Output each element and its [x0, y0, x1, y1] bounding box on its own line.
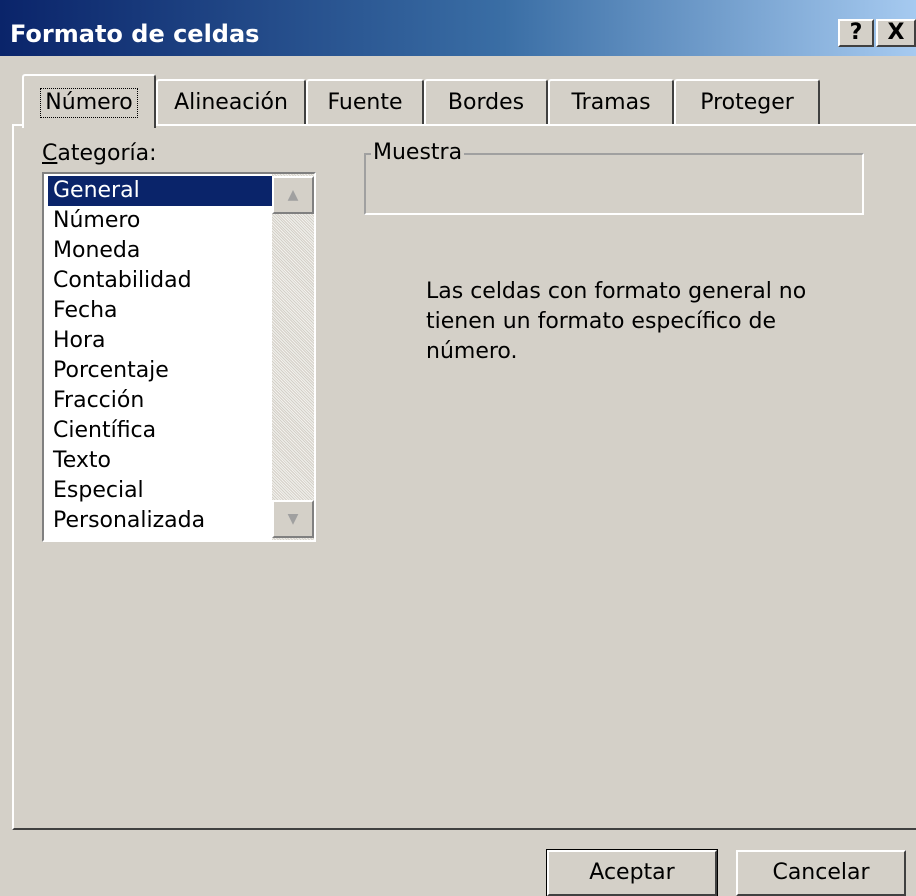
- sample-legend: Muestra: [371, 140, 465, 166]
- title-bar: Formato de celdas ? X: [0, 0, 916, 56]
- close-button[interactable]: X: [876, 19, 916, 47]
- tab-fuente[interactable]: Fuente: [306, 79, 424, 126]
- tab-alineacion[interactable]: Alineación: [156, 79, 306, 126]
- tab-bordes[interactable]: Bordes: [424, 79, 548, 126]
- tab-proteger[interactable]: Proteger: [674, 79, 820, 126]
- list-item-texto[interactable]: Texto: [48, 446, 274, 476]
- window-title: Formato de celdas: [10, 20, 260, 48]
- scrollbar[interactable]: ▲ ▼: [272, 174, 314, 540]
- tab-numero[interactable]: Número: [22, 74, 156, 128]
- format-description: Las celdas con formato general no tienen…: [426, 279, 807, 364]
- categoria-accesskey: C: [42, 141, 58, 166]
- cancel-button[interactable]: Cancelar: [736, 850, 906, 896]
- list-item-porcentaje[interactable]: Porcentaje: [48, 356, 274, 386]
- list-item-fraccion[interactable]: Fracción: [48, 386, 274, 416]
- help-button[interactable]: ?: [838, 19, 874, 47]
- list-item-moneda[interactable]: Moneda: [48, 236, 274, 266]
- category-listbox[interactable]: General Número Moneda Contabilidad Fecha…: [42, 172, 316, 542]
- ok-button[interactable]: Aceptar: [546, 849, 718, 896]
- tab-tramas[interactable]: Tramas: [548, 79, 674, 126]
- list-item-general[interactable]: General: [48, 176, 274, 206]
- list-item-hora[interactable]: Hora: [48, 326, 274, 356]
- list-item-fecha[interactable]: Fecha: [48, 296, 274, 326]
- list-item-contabilidad[interactable]: Contabilidad: [48, 266, 274, 296]
- arrow-up-icon: ▲: [287, 187, 299, 203]
- scroll-up-button[interactable]: ▲: [272, 176, 314, 214]
- tab-label: Número: [40, 88, 138, 118]
- categoria-label-text: ategoría:: [57, 141, 157, 166]
- list-item-cientifica[interactable]: Científica: [48, 416, 274, 446]
- categoria-label: Categoría:: [42, 141, 157, 166]
- list-item-numero[interactable]: Número: [48, 206, 274, 236]
- arrow-down-icon: ▼: [287, 511, 299, 527]
- list-item-personalizada[interactable]: Personalizada: [48, 506, 274, 536]
- scroll-down-button[interactable]: ▼: [272, 500, 314, 538]
- list-item-especial[interactable]: Especial: [48, 476, 274, 506]
